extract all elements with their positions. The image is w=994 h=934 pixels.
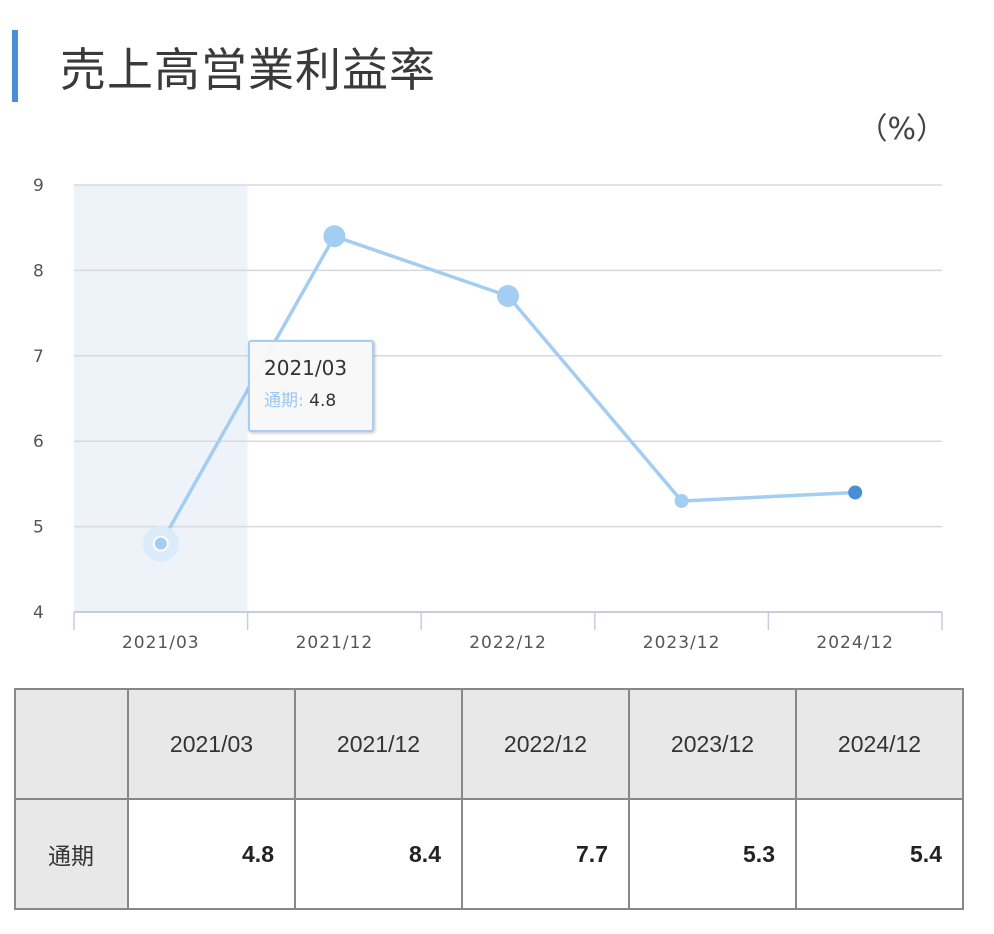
data-point	[152, 535, 169, 552]
x-tick-label: 2021/03	[122, 633, 200, 653]
table-header-cell: 2023/12	[628, 688, 797, 800]
table-corner-cell	[14, 688, 129, 800]
tooltip-date: 2021/03	[264, 356, 348, 380]
table-header-cell: 2021/03	[127, 688, 296, 800]
table-cell: 7.7	[461, 798, 630, 910]
y-tick-label: 8	[33, 261, 44, 281]
table-cell: 8.4	[294, 798, 463, 910]
tooltip-series-name: 通期:	[264, 391, 304, 411]
tooltip-row: 通期: 4.8	[264, 386, 372, 411]
x-tick-label: 2022/12	[469, 633, 547, 653]
line-chart[interactable]: 4 5 6 7 8 9 2021/03 2021/12 2022/12 2023/12 2024/1…	[0, 160, 994, 660]
table-cell: 5.3	[628, 798, 797, 910]
title-accent-bar	[12, 30, 18, 102]
table-cell: 5.4	[795, 798, 964, 910]
y-tick-label: 6	[33, 432, 44, 452]
table-header-row: 2021/03 2021/12 2022/12 2023/12 2024/12	[14, 688, 964, 800]
tooltip-value: 4.8	[309, 391, 337, 411]
chart-tooltip: 2021/03 通期: 4.8	[248, 340, 374, 432]
table-header-cell: 2021/12	[294, 688, 463, 800]
page-title: 売上高営業利益率	[60, 43, 436, 97]
x-tick-label: 2023/12	[643, 633, 721, 653]
y-tick-label: 4	[33, 603, 44, 623]
data-point	[674, 493, 689, 508]
data-point	[323, 225, 346, 248]
data-point	[848, 485, 863, 500]
table-header-cell: 2024/12	[795, 688, 964, 800]
x-tick-label: 2024/12	[816, 633, 894, 653]
table-row-label: 通期	[14, 798, 129, 910]
table-row: 通期 4.8 8.4 7.7 5.3 5.4	[14, 798, 964, 910]
y-tick-label: 5	[33, 518, 44, 538]
y-tick-label: 7	[33, 347, 44, 367]
table-cell: 4.8	[127, 798, 296, 910]
data-point	[497, 285, 519, 308]
table-header-cell: 2022/12	[461, 688, 630, 800]
y-tick-label: 9	[33, 176, 44, 196]
data-table: 2021/03 2021/12 2022/12 2023/12 2024/12 …	[14, 688, 964, 910]
x-tick-label: 2021/12	[296, 633, 374, 653]
unit-label: （%）	[857, 112, 946, 147]
